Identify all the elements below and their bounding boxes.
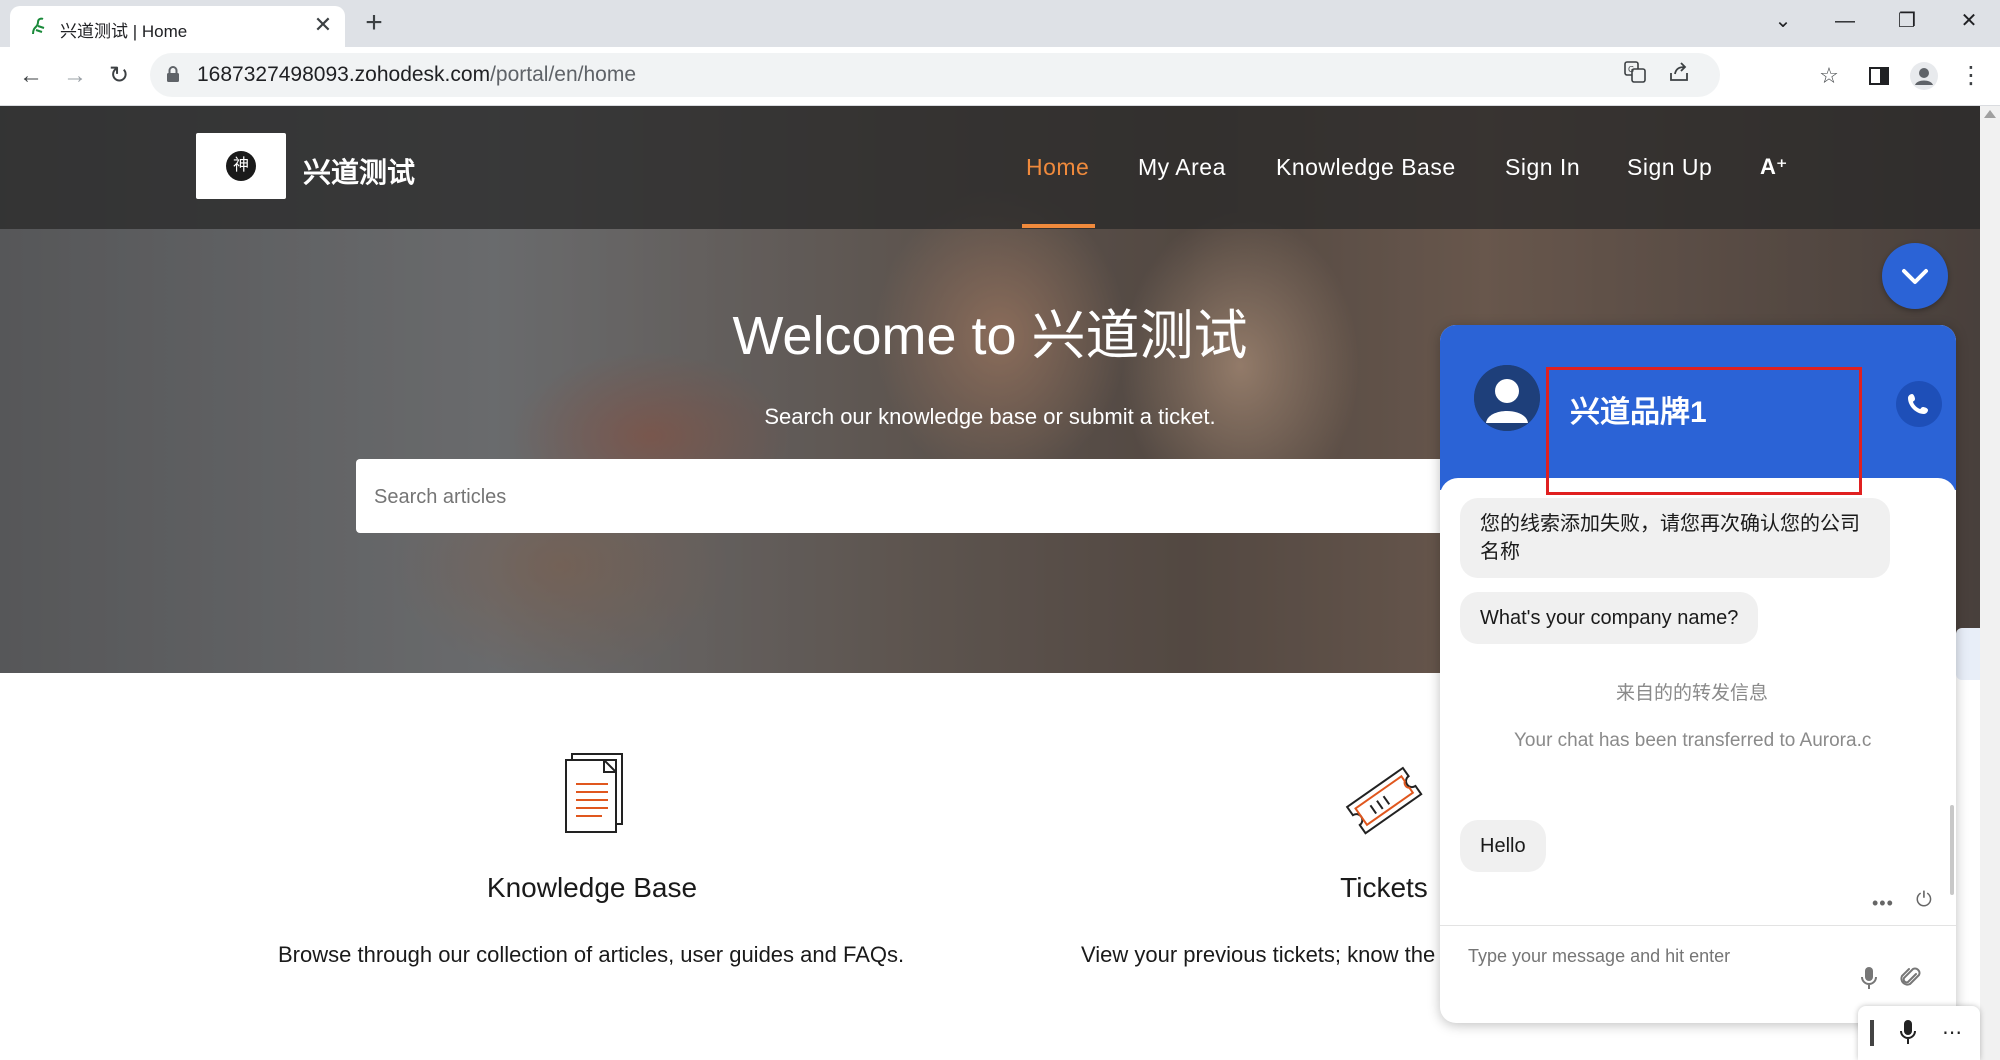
card-knowledge-base-description: Browse through our collection of article… (278, 942, 905, 967)
minimize-icon[interactable]: — (1814, 0, 1876, 42)
kebab-menu-icon[interactable]: ⋮ (1954, 59, 1988, 93)
url-host: 1687327498093.zohodesk.com (197, 63, 491, 86)
documents-icon[interactable] (552, 750, 632, 840)
tab-title: 兴道测试 | Home (60, 22, 188, 41)
phone-call-button[interactable] (1896, 381, 1942, 427)
forward-arrow-icon[interactable]: → (58, 59, 92, 93)
chat-system-message: 来自的的转发信息 (1616, 683, 1769, 704)
chat-system-message: Your chat has been transferred to Aurora… (1514, 730, 1872, 751)
end-chat-power-icon[interactable]: ⏻ (1916, 889, 1932, 912)
browser-tab[interactable]: 兴道测试 | Home ✕ (10, 6, 345, 47)
nav-sign-in[interactable]: Sign In (1505, 154, 1580, 181)
nav-home[interactable]: Home (1026, 154, 1089, 181)
close-window-icon[interactable]: ✕ (1938, 0, 2000, 42)
side-widget-tab[interactable] (1956, 628, 1980, 680)
page-scrollbar[interactable] (1980, 106, 2000, 1060)
profile-avatar-icon[interactable] (1907, 59, 1941, 93)
browser-tab-strip: 兴道测试 | Home ✕ + ⌄ — ❐ ✕ (0, 0, 2000, 47)
ticket-icon[interactable] (1340, 760, 1423, 850)
browser-toolbar: ← → ↻ 1687327498093.zohodesk.com/portal/… (0, 47, 2000, 106)
nav-my-area[interactable]: My Area (1138, 154, 1226, 181)
chat-more-options-icon[interactable]: ••• (1872, 893, 1894, 914)
more-options-icon[interactable]: ⋯ (1942, 1020, 1962, 1045)
lock-icon[interactable] (166, 65, 180, 83)
chat-message-bubble: What's your company name? (1460, 592, 1759, 644)
scroll-up-arrow-icon[interactable] (1984, 110, 1996, 118)
microphone-icon[interactable] (1860, 966, 1878, 996)
site-header: 神 兴道测试 Home My Area Knowledge Base Sign … (0, 106, 1980, 229)
text-cursor-icon[interactable] (1870, 1020, 1874, 1046)
nav-knowledge-base[interactable]: Knowledge Base (1276, 154, 1456, 181)
bookmark-star-icon[interactable] (1678, 61, 1708, 91)
restore-icon[interactable]: ❐ (1876, 0, 1938, 42)
chat-message-bubble: 您的线索添加失败，请您再次确认您的公司名称 (1460, 498, 1890, 578)
window-controls: ⌄ — ❐ ✕ (1752, 0, 2000, 42)
phone-icon (1908, 394, 1928, 414)
svg-text:G: G (1628, 65, 1634, 74)
card-tickets-description: View your previous tickets; know the (1081, 942, 1436, 967)
chat-message-bubble: Hello (1460, 820, 1546, 872)
translate-icon[interactable]: G (1620, 61, 1650, 91)
chevron-down-icon (1902, 269, 1928, 284)
reload-icon[interactable]: ↻ (102, 59, 136, 93)
annotation-highlight-box (1546, 367, 1862, 495)
address-bar[interactable]: 1687327498093.zohodesk.com/portal/en/hom… (150, 53, 1720, 97)
chat-message-input[interactable] (1466, 940, 1870, 972)
chat-minimize-button[interactable] (1882, 243, 1948, 309)
chat-messages: 您的线索添加失败，请您再次确认您的公司名称 What's your compan… (1440, 478, 1956, 898)
agent-avatar-icon (1474, 365, 1540, 431)
bookmark-star-icon[interactable]: ☆ (1812, 59, 1846, 93)
active-nav-indicator (1022, 224, 1095, 228)
chat-window: 兴道品牌1 您的线索添加失败，请您再次确认您的公司名称 What's your … (1440, 325, 1956, 1023)
logo-mark: 神 (226, 151, 256, 181)
site-favicon-icon (30, 16, 48, 36)
url-path: /portal/en/home (490, 63, 637, 86)
floating-input-toolbar: ⋯ (1858, 1006, 1980, 1060)
card-knowledge-base-title[interactable]: Knowledge Base (392, 872, 792, 904)
url-text[interactable]: 1687327498093.zohodesk.com/portal/en/hom… (197, 63, 636, 87)
search-articles-input[interactable] (372, 459, 1576, 535)
side-panel-icon[interactable] (1862, 59, 1896, 93)
nav-sign-up[interactable]: Sign Up (1627, 154, 1712, 181)
site-logo[interactable]: 神 (196, 133, 286, 199)
back-arrow-icon[interactable]: ← (14, 59, 48, 93)
close-tab-icon[interactable]: ✕ (310, 12, 336, 38)
chat-scrollbar[interactable] (1950, 805, 1954, 895)
attachment-paperclip-icon[interactable] (1900, 966, 1922, 996)
tab-search-chevron-icon[interactable]: ⌄ (1752, 0, 1814, 42)
search-articles-box (356, 459, 1626, 535)
accessibility-font-icon[interactable]: A⁺ (1760, 154, 1788, 180)
new-tab-button[interactable]: + (357, 8, 391, 39)
voice-input-microphone-icon[interactable] (1898, 1018, 1918, 1051)
site-name[interactable]: 兴道测试 (303, 151, 415, 191)
